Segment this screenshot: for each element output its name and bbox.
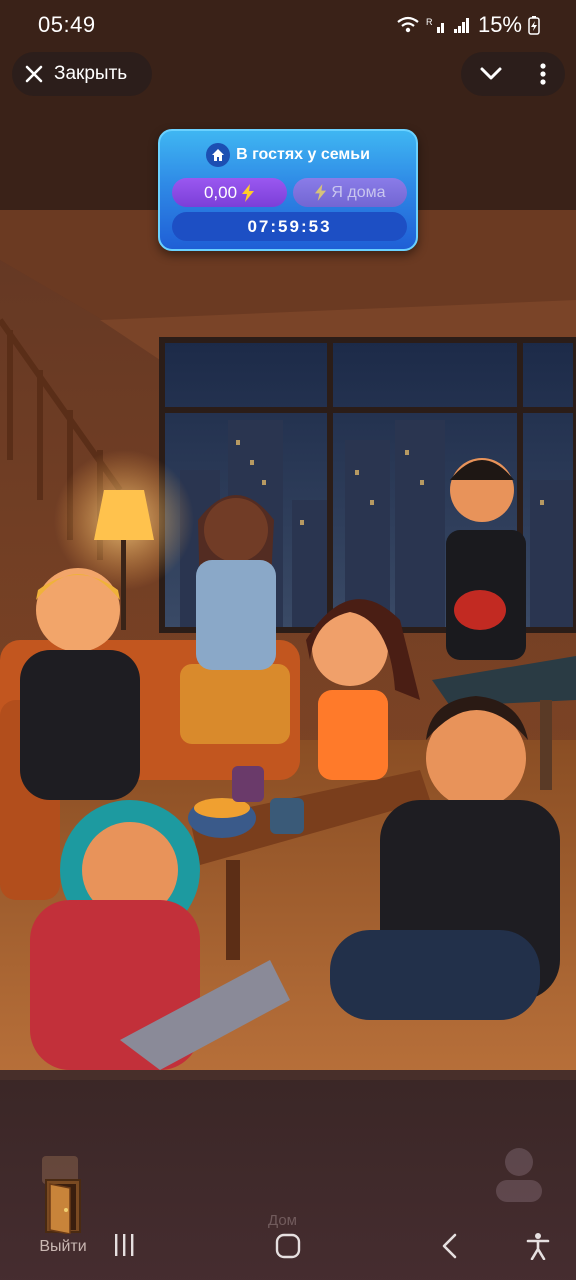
back-icon[interactable] — [440, 1233, 460, 1259]
more-vertical-icon[interactable] — [538, 61, 548, 87]
i-am-home-label: Я дома — [331, 183, 386, 201]
header-menu — [461, 52, 565, 96]
accessibility-icon[interactable] — [526, 1232, 550, 1260]
countdown-timer: 07:59:53 — [172, 212, 407, 241]
wifi-icon — [397, 16, 419, 33]
card-title-text: В гостях у семьи — [236, 146, 370, 163]
svg-text:R: R — [426, 17, 433, 27]
exit-button[interactable]: Выйти — [30, 1176, 96, 1262]
guest-status-card: В гостях у семьи 0,00 Я дома 07:59:53 — [158, 129, 418, 251]
close-icon — [25, 65, 43, 83]
recent-apps-icon[interactable] — [112, 1232, 136, 1258]
home-icon — [206, 143, 231, 167]
balance-value: 0,00 — [203, 182, 238, 202]
balance-pill[interactable]: 0,00 — [172, 178, 287, 207]
lightning-icon — [315, 184, 327, 201]
lightning-icon — [242, 183, 255, 202]
battery-charging-icon — [528, 16, 540, 35]
battery-percent: 15% — [477, 12, 522, 37]
signal-r-icon: R — [426, 17, 444, 33]
status-bar: 05:49 R 15% — [0, 0, 576, 48]
close-button[interactable]: Закрыть — [12, 52, 152, 96]
i-am-home-button[interactable]: Я дома — [293, 178, 407, 207]
exit-label: Выйти — [39, 1238, 87, 1255]
home-nav-icon[interactable] — [275, 1233, 301, 1259]
card-title: В гостях у семьи — [160, 143, 416, 167]
signal-icon — [453, 18, 469, 33]
door-icon — [45, 1179, 81, 1235]
status-icons: R 15% — [396, 12, 540, 38]
close-label: Закрыть — [54, 63, 128, 84]
home-tab-label: Дом — [268, 1212, 297, 1229]
faded-profile-icon — [496, 1148, 542, 1202]
status-time: 05:49 — [38, 12, 96, 37]
chevron-down-icon[interactable] — [478, 61, 504, 87]
